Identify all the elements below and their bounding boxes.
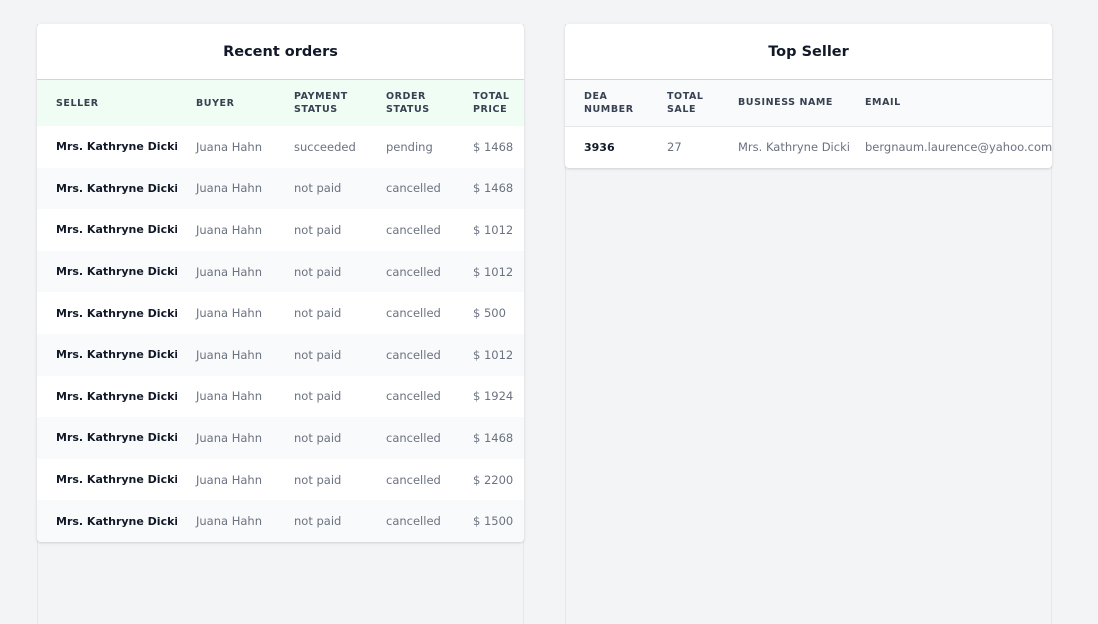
- header-payment-status: PAYMENT STATUS: [275, 80, 367, 126]
- cell-order-status: cancelled: [367, 417, 454, 459]
- header-seller: SELLER: [37, 80, 177, 126]
- cell-payment-status: not paid: [294, 472, 342, 487]
- cell-order-status: cancelled: [386, 389, 441, 404]
- table-row: 3936 27 Mrs. Kathryne Dicki bergnaum.lauren…: [565, 125, 1052, 168]
- table-row: Mrs. Kathryne Dicki Juana Hahn not paid can…: [37, 209, 524, 251]
- cell-seller: Mrs. Kathryne Dicki: [37, 250, 177, 293]
- table-row: Mrs. Kathryne Dicki Juana Hahn not paid can…: [37, 376, 524, 418]
- cell-total-price: $ 1012: [473, 222, 514, 237]
- recent-orders-table: SELLER BUYER PAYMENT STATUS ORDER STATUS…: [37, 80, 524, 542]
- top-seller-card: Top Seller DEA NUMBER TOTAL SALE BUSINES…: [565, 24, 1052, 168]
- cell-order-status: cancelled: [367, 500, 454, 542]
- cell-buyer: Juana Hahn: [196, 472, 262, 487]
- cell-order-status: pending: [386, 139, 433, 154]
- top-seller-header: DEA NUMBER TOTAL SALE BUSINESS NAME EMAI…: [565, 80, 1052, 126]
- cell-buyer: Juana Hahn: [177, 333, 275, 376]
- top-seller-table: DEA NUMBER TOTAL SALE BUSINESS NAME EMAI…: [565, 80, 1052, 168]
- cell-order-status: cancelled: [367, 250, 454, 293]
- recent-orders-column: Recent orders SELLER BUYER PAYMENT STATU…: [37, 24, 524, 624]
- cell-payment-status: not paid: [275, 333, 367, 376]
- cell-seller: Mrs. Kathryne Dicki: [37, 333, 177, 376]
- cell-dea-number: 3936: [565, 125, 648, 168]
- table-row: Mrs. Kathryne Dicki Juana Hahn not paid can…: [37, 500, 524, 542]
- cell-payment-status: not paid: [294, 222, 342, 237]
- cell-email: bergnaum.laurence@yahoo.com: [851, 125, 1052, 168]
- cell-order-status: cancelled: [367, 167, 454, 210]
- cell-seller: Mrs. Kathryne Dicki: [37, 417, 177, 459]
- cell-order-status: cancelled: [386, 472, 441, 487]
- header-total-sale: TOTAL SALE: [648, 80, 719, 126]
- cell-total-price: $ 2200: [473, 472, 514, 487]
- header-dea-number: DEA NUMBER: [565, 80, 648, 126]
- cell-payment-status: not paid: [275, 500, 367, 542]
- recent-orders-title: Recent orders: [37, 24, 524, 80]
- cell-seller: Mrs. Kathryne Dicki: [56, 140, 177, 154]
- table-row: Mrs. Kathryne Dicki Juana Hahn not paid can…: [37, 459, 524, 501]
- table-row: Mrs. Kathryne Dicki Juana Hahn succeeded pe…: [37, 126, 524, 168]
- cell-buyer: Juana Hahn: [196, 222, 262, 237]
- recent-orders-card: Recent orders SELLER BUYER PAYMENT STATU…: [37, 24, 524, 542]
- header-business-name: BUSINESS NAME: [719, 80, 851, 126]
- table-row: Mrs. Kathryne Dicki Juana Hahn not paid can…: [37, 167, 524, 210]
- cell-order-status: cancelled: [386, 222, 441, 237]
- cell-buyer: Juana Hahn: [177, 250, 275, 293]
- cell-order-status: cancelled: [386, 306, 441, 321]
- cell-seller: Mrs. Kathryne Dicki: [37, 500, 177, 542]
- top-seller-body: 3936 27 Mrs. Kathryne Dicki bergnaum.lauren…: [565, 125, 1052, 168]
- table-row: Mrs. Kathryne Dicki Juana Hahn not paid can…: [37, 250, 524, 293]
- table-row: Mrs. Kathryne Dicki Juana Hahn not paid can…: [37, 417, 524, 459]
- cell-total-price: $ 1468: [454, 417, 524, 459]
- cell-buyer: Juana Hahn: [196, 389, 262, 404]
- cell-seller: Mrs. Kathryne Dicki: [37, 167, 177, 210]
- cell-total-price: $ 1924: [473, 389, 514, 404]
- cell-payment-status: not paid: [275, 167, 367, 210]
- cell-payment-status: not paid: [294, 306, 342, 321]
- top-seller-column: Top Seller DEA NUMBER TOTAL SALE BUSINES…: [565, 24, 1052, 624]
- cell-payment-status: not paid: [294, 389, 342, 404]
- cell-order-status: cancelled: [367, 333, 454, 376]
- cell-total-price: $ 1468: [454, 167, 524, 210]
- top-seller-title: Top Seller: [565, 24, 1052, 80]
- cell-payment-status: succeeded: [294, 139, 356, 154]
- table-row: Mrs. Kathryne Dicki Juana Hahn not paid can…: [37, 292, 524, 334]
- cell-payment-status: not paid: [275, 250, 367, 293]
- cell-seller: Mrs. Kathryne Dicki: [56, 223, 177, 237]
- recent-orders-body: Mrs. Kathryne Dicki Juana Hahn succeeded pe…: [37, 126, 524, 542]
- cell-seller: Mrs. Kathryne Dicki: [56, 306, 177, 320]
- cell-payment-status: not paid: [275, 417, 367, 459]
- header-total-price: TOTAL PRICE: [454, 80, 524, 126]
- cell-buyer: Juana Hahn: [177, 417, 275, 459]
- cell-buyer: Juana Hahn: [196, 139, 262, 154]
- cell-business-name: Mrs. Kathryne Dicki: [719, 125, 851, 168]
- cell-total-price: $ 1500: [454, 500, 524, 542]
- cell-total-price: $ 1012: [454, 250, 524, 293]
- header-email: EMAIL: [851, 80, 1052, 126]
- recent-orders-header: SELLER BUYER PAYMENT STATUS ORDER STATUS…: [37, 80, 524, 126]
- table-row: Mrs. Kathryne Dicki Juana Hahn not paid can…: [37, 333, 524, 376]
- cell-total-sale: 27: [648, 125, 719, 168]
- cell-buyer: Juana Hahn: [177, 167, 275, 210]
- cell-total-price: $ 1012: [454, 333, 524, 376]
- cell-total-price: $ 500: [473, 306, 506, 321]
- cell-total-price: $ 1468: [473, 139, 514, 154]
- header-order-status: ORDER STATUS: [367, 80, 454, 126]
- cell-seller: Mrs. Kathryne Dicki: [56, 389, 177, 403]
- header-buyer: BUYER: [177, 80, 275, 126]
- cell-buyer: Juana Hahn: [177, 500, 275, 542]
- cell-buyer: Juana Hahn: [196, 306, 262, 321]
- cell-seller: Mrs. Kathryne Dicki: [56, 473, 177, 487]
